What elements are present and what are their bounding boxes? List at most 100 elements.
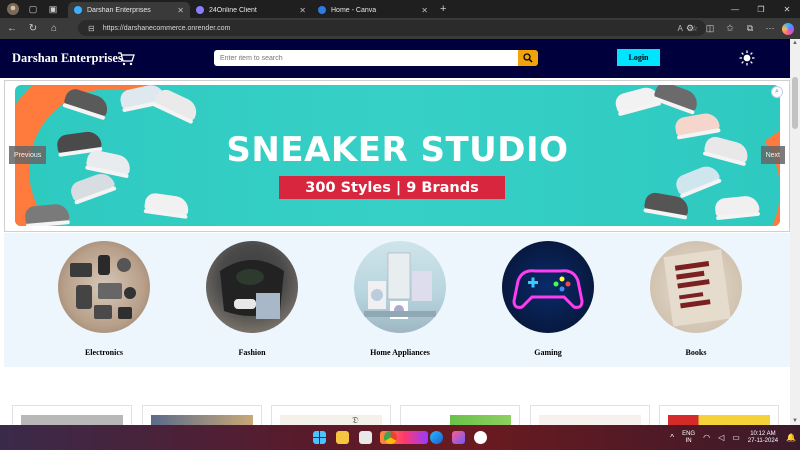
product-image[interactable]: 𝔇 [280, 415, 382, 425]
tab-label: Home - Canva [331, 6, 377, 14]
category-label[interactable]: Electronics [44, 348, 164, 357]
sneaker-image [714, 194, 760, 218]
home-icon[interactable]: ⌂ [45, 20, 63, 38]
scrollbar-thumb[interactable] [792, 77, 798, 129]
product-image[interactable] [151, 415, 253, 425]
wifi-icon[interactable]: ◠ [703, 434, 710, 442]
banner-title: SNEAKER STUDIO [226, 130, 569, 170]
category-fashion[interactable]: Fashion [192, 241, 312, 357]
scroll-down-icon[interactable]: ▼ [790, 418, 800, 424]
category-label[interactable]: Fashion [192, 348, 312, 357]
canva-app-icon[interactable] [452, 431, 465, 444]
hero-carousel: SNEAKER STUDIO 300 Styles | 9 Brands Pre… [4, 80, 790, 232]
category-label[interactable]: Gaming [488, 348, 608, 357]
product-card[interactable] [530, 405, 650, 425]
windows-start-icon[interactable] [313, 431, 326, 444]
visual-search-icon[interactable]: ⌕ [771, 86, 783, 98]
tab-close-icon[interactable]: ✕ [299, 6, 306, 15]
carousel-previous-button[interactable]: Previous [9, 146, 47, 164]
scroll-up-icon[interactable]: ▲ [790, 40, 800, 46]
category-electronics[interactable]: Electronics [44, 241, 164, 357]
collections-icon[interactable]: ⧉ [742, 23, 758, 34]
category-gaming[interactable]: Gaming [488, 241, 608, 357]
product-card[interactable]: 𝔇 [271, 405, 391, 425]
tab-home-canva[interactable]: Home - Canva ✕ [312, 2, 434, 18]
carousel-banner[interactable]: SNEAKER STUDIO 300 Styles | 9 Brands [15, 85, 780, 226]
show-hidden-icons-icon[interactable]: ^ [670, 434, 674, 442]
minimize-icon[interactable]: — [722, 0, 748, 18]
site-header: Darshan Enterprises Login [0, 39, 790, 78]
category-books[interactable]: Books [636, 241, 756, 357]
language-indicator[interactable]: ENG IN [682, 431, 695, 445]
maximize-icon[interactable]: ❐ [748, 0, 774, 18]
category-image-home-appliances[interactable] [354, 241, 446, 333]
clock-time: 10:12 AM [750, 430, 776, 437]
product-card[interactable] [659, 405, 779, 425]
tab-close-icon[interactable]: ✕ [177, 6, 184, 15]
new-tab-icon[interactable]: + [440, 3, 446, 15]
more-icon[interactable]: ⋯ [762, 23, 778, 34]
file-explorer-icon[interactable] [336, 431, 349, 444]
extensions-icon[interactable]: ⚙ [682, 23, 698, 34]
product-card[interactable] [12, 405, 132, 425]
refresh-icon[interactable]: ↻ [24, 20, 42, 38]
theme-toggle-sun-icon[interactable] [739, 50, 755, 66]
windows-taskbar: ^ ENG IN ◠ ◁ ▭ 10:12 AM 27-11-2024 🔔 [0, 425, 800, 450]
category-image-books[interactable] [650, 241, 742, 333]
carousel-next-button[interactable]: Next [760, 146, 785, 164]
product-image[interactable] [21, 415, 123, 425]
tab-24online-client[interactable]: 24Online Client ✕ [190, 2, 312, 18]
category-section: Electronics Fashion Home Appliances Gami… [4, 233, 790, 367]
favorites-icon[interactable]: ✩ [722, 23, 738, 34]
tab-label: Darshan Enterprises [87, 6, 151, 14]
clock[interactable]: 10:12 AM 27-11-2024 [748, 431, 778, 445]
category-label[interactable]: Books [636, 348, 756, 357]
notifications-icon[interactable]: 🔔 [786, 434, 796, 442]
tab-darshan-enterprises[interactable]: Darshan Enterprises ✕ [68, 2, 190, 18]
tab-favicon-icon [318, 6, 326, 14]
search-icon [523, 53, 533, 63]
tab-label: 24Online Client [209, 6, 257, 14]
profile-icon[interactable] [6, 2, 20, 16]
close-window-icon[interactable]: ✕ [774, 0, 800, 18]
site-info-icon[interactable]: ⊟ [88, 24, 95, 33]
product-card[interactable] [142, 405, 262, 425]
page-viewport: Darshan Enterprises Login [0, 39, 790, 425]
battery-icon[interactable]: ▭ [732, 434, 740, 442]
address-bar[interactable]: ⊟ https://darshanecommerce.onrender.com … [78, 20, 706, 36]
store-icon[interactable] [359, 431, 372, 444]
region-label: IN [685, 437, 692, 444]
tab-favicon-icon [196, 6, 204, 14]
app-icon[interactable] [474, 431, 487, 444]
category-image-gaming[interactable] [502, 241, 594, 333]
system-tray: ^ ENG IN ◠ ◁ ▭ 10:12 AM 27-11-2024 🔔 [666, 425, 800, 450]
tab-favicon-icon [74, 6, 82, 14]
product-image[interactable] [539, 415, 641, 425]
copilot-icon[interactable] [782, 22, 794, 35]
volume-icon[interactable]: ◁ [718, 434, 724, 442]
product-image[interactable] [409, 415, 511, 425]
brand-logo-text[interactable]: Darshan Enterprises [12, 51, 123, 66]
browser-toolbar: ← ↻ ⌂ ⊟ https://darshanecommerce.onrende… [0, 18, 800, 39]
category-image-fashion[interactable] [206, 241, 298, 333]
url-text[interactable]: https://darshanecommerce.onrender.com [103, 25, 678, 32]
workspaces-icon[interactable]: ▢ [26, 2, 40, 16]
split-screen-icon[interactable]: ◫ [702, 23, 718, 34]
product-image[interactable] [668, 415, 770, 425]
tab-actions-icon[interactable]: ▣ [46, 2, 60, 16]
sneaker-image [24, 203, 70, 225]
page-scrollbar[interactable]: ▲ ▼ [790, 39, 800, 425]
search-button[interactable] [518, 50, 538, 66]
product-card[interactable] [400, 405, 520, 425]
back-icon[interactable]: ← [3, 20, 21, 38]
language-label: ENG [682, 430, 696, 437]
chrome-icon[interactable] [384, 431, 397, 444]
category-label[interactable]: Home Appliances [340, 348, 460, 357]
category-image-electronics[interactable] [58, 241, 150, 333]
login-button[interactable]: Login [617, 49, 660, 66]
cart-icon[interactable] [117, 52, 135, 66]
search-input[interactable] [214, 50, 518, 66]
tab-close-icon[interactable]: ✕ [421, 6, 428, 15]
edge-icon[interactable] [430, 431, 443, 444]
category-home-appliances[interactable]: Home Appliances [340, 241, 460, 357]
